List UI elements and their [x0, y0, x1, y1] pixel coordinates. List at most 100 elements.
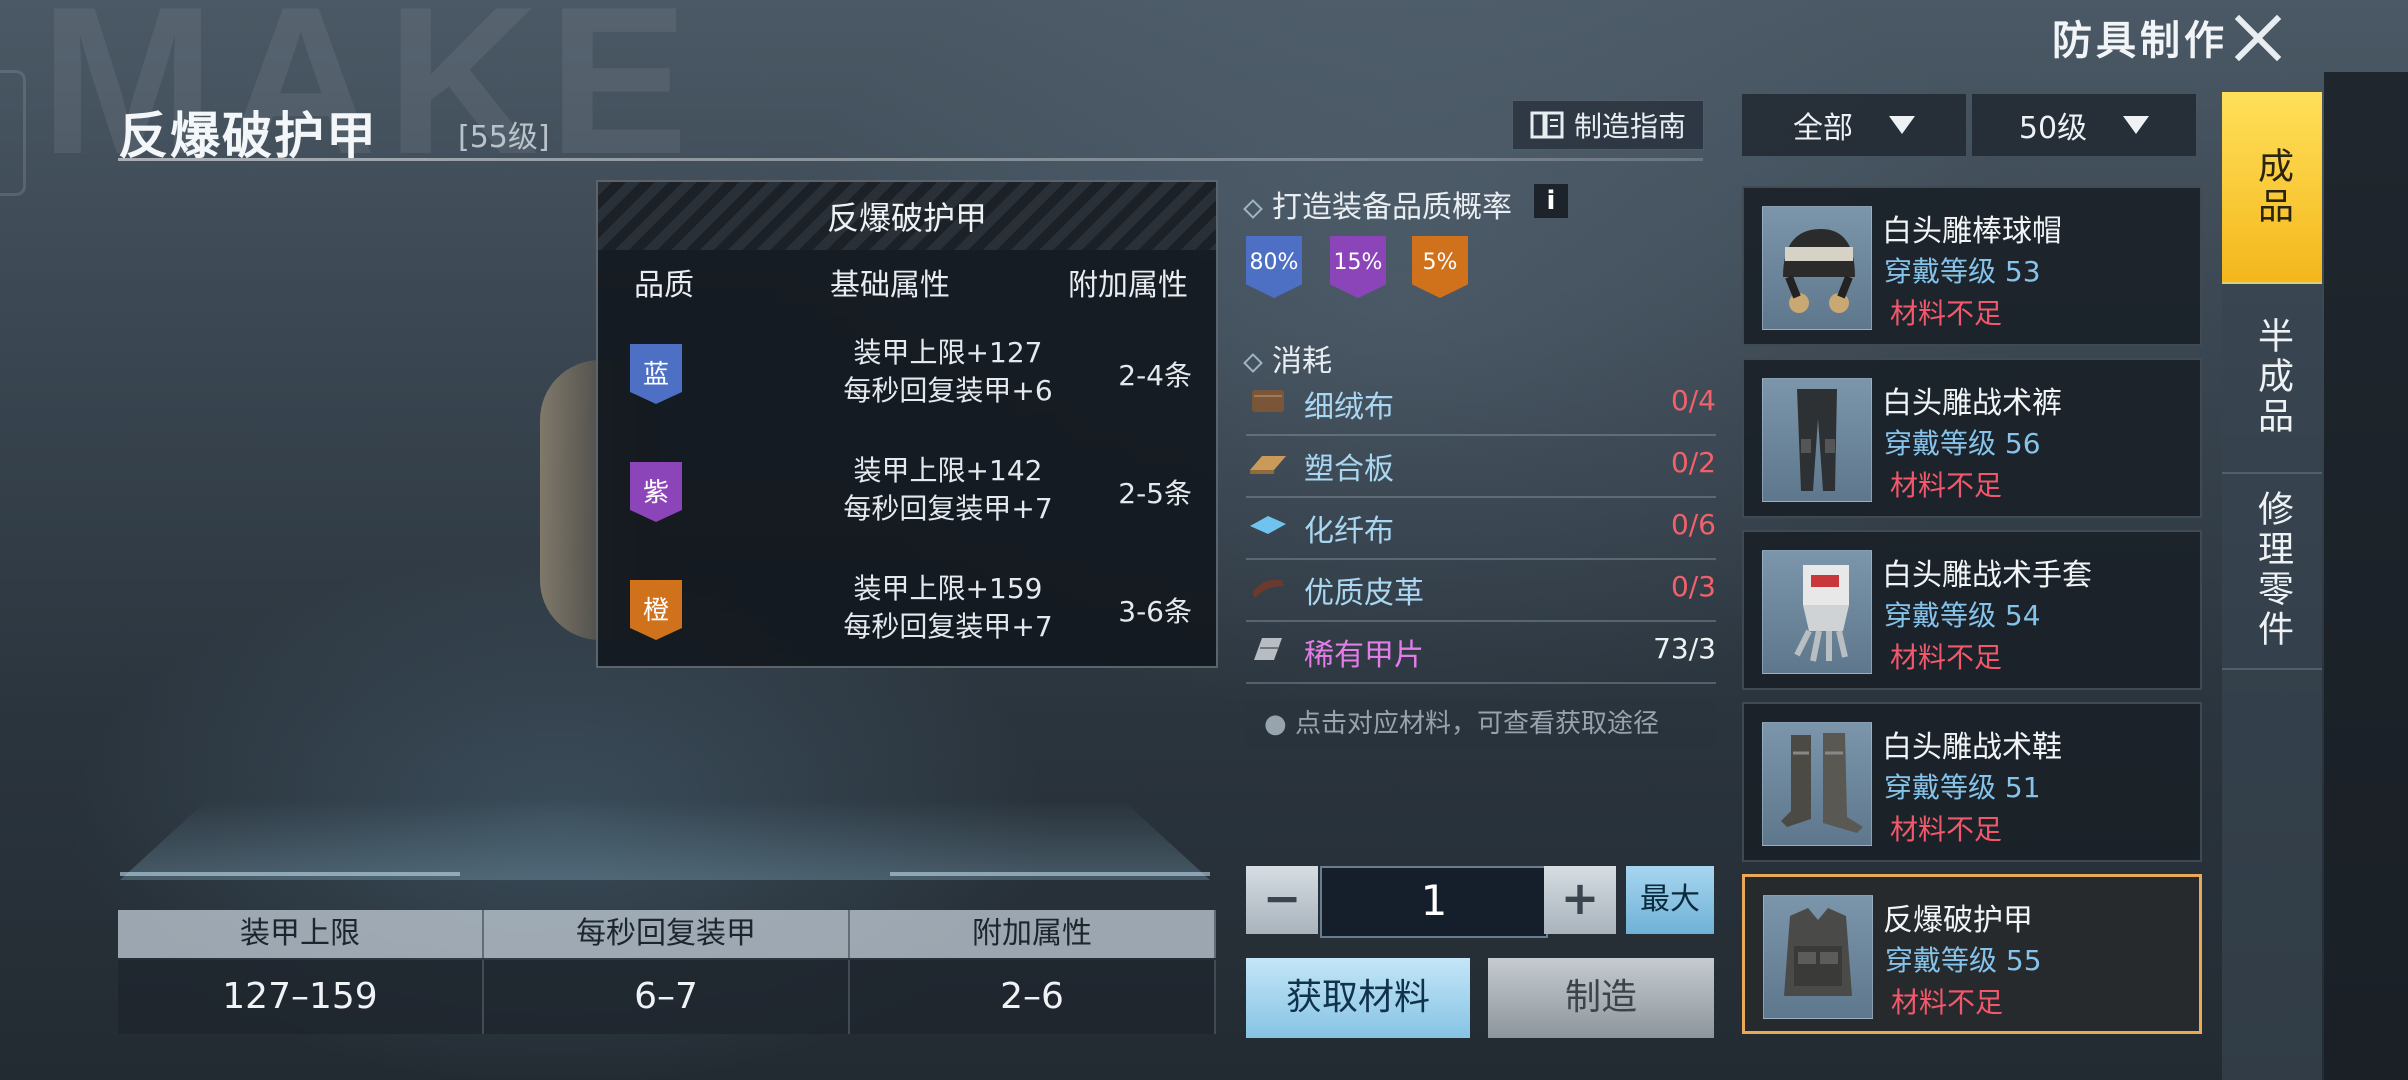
vest-icon — [1784, 908, 1852, 996]
level-filter-value: 50级 — [2018, 111, 2088, 146]
material-row[interactable]: 化纤布 0/6 — [1246, 498, 1716, 560]
item-name: 白头雕战术裤 — [1882, 386, 2062, 421]
item-card[interactable]: 白头雕战术鞋 穿戴等级 51 材料不足 — [1742, 702, 2202, 862]
boots-icon — [1781, 733, 1863, 833]
material-row[interactable]: 优质皮革 0/3 — [1246, 560, 1716, 622]
item-card[interactable]: 白头雕棒球帽 穿戴等级 53 材料不足 — [1742, 186, 2202, 346]
popup-column-headers: 品质 基础属性 附加属性 — [598, 260, 1216, 306]
base-regen: 每秒回复装甲+7 — [843, 610, 1053, 643]
category-filter-value: 全部 — [1793, 111, 1853, 146]
material-row[interactable]: 塑合板 0/2 — [1246, 436, 1716, 498]
extra-attributes: 2-5条 — [1118, 477, 1192, 510]
board-icon — [1250, 456, 1286, 474]
tab-repair-parts[interactable]: 修理零件 — [2222, 472, 2322, 670]
cloth-icon — [1252, 390, 1284, 412]
level-filter-dropdown[interactable]: 50级 — [1972, 94, 2196, 156]
material-count: 0/4 — [1670, 384, 1716, 417]
item-thumbnail — [1762, 206, 1872, 330]
item-name: 反爆破护甲 — [1883, 903, 2033, 938]
display-platform — [120, 800, 1210, 880]
quality-popup: 反爆破护甲 品质 基础属性 附加属性 蓝 装甲上限+127 每秒回复装甲+6 2… — [596, 180, 1218, 668]
item-status: 材料不足 — [1890, 641, 2003, 674]
item-thumbnail — [1762, 722, 1872, 846]
quantity-input[interactable]: 1 — [1320, 866, 1548, 938]
base-regen: 每秒回复装甲+6 — [843, 374, 1053, 407]
cap-icon — [1783, 229, 1855, 313]
max-quantity-button[interactable]: 最大 — [1626, 866, 1714, 934]
category-filter-dropdown[interactable]: 全部 — [1742, 94, 1966, 156]
stats-header: 装甲上限 — [118, 910, 484, 958]
rate-badge-blue: 80% — [1246, 236, 1302, 298]
triangle-down-icon — [1889, 116, 1915, 134]
quality-row-orange: 橙 装甲上限+159 每秒回复装甲+7 3-6条 — [598, 556, 1216, 666]
quantity-minus-button[interactable]: − — [1246, 866, 1318, 934]
side-tab-bar: 成品 半成品 修理零件 — [2222, 92, 2322, 1080]
material-count: 73/3 — [1653, 632, 1716, 665]
material-count: 0/3 — [1670, 570, 1716, 603]
get-materials-button[interactable]: 获取材料 — [1246, 958, 1470, 1038]
item-wear-level: 穿戴等级 54 — [1884, 599, 2041, 632]
stats-value: 6–7 — [484, 960, 850, 1034]
item-level: [55级] — [458, 120, 550, 155]
stats-table: 装甲上限 每秒回复装甲 附加属性 127–159 6–7 2–6 — [118, 910, 1216, 1034]
material-name: 细绒布 — [1304, 390, 1394, 425]
tab-finished-products[interactable]: 成品 — [2222, 92, 2322, 284]
right-edge-strip — [2324, 72, 2408, 1080]
title-divider — [118, 158, 1703, 161]
platform-line-left — [120, 872, 460, 876]
item-thumbnail — [1762, 378, 1872, 502]
item-wear-level: 穿戴等级 56 — [1884, 427, 2041, 460]
leather-icon — [1252, 579, 1284, 598]
stats-header: 附加属性 — [850, 910, 1216, 958]
col-extra: 附加属性 — [1068, 268, 1188, 303]
quality-badge: 蓝 — [630, 344, 682, 404]
quantity-plus-button[interactable]: + — [1544, 866, 1616, 934]
diamond-icon — [1243, 198, 1263, 219]
item-name: 白头雕棒球帽 — [1882, 214, 2062, 249]
extra-attributes: 3-6条 — [1118, 595, 1192, 628]
platform-line-right — [890, 872, 1210, 876]
item-wear-level: 穿戴等级 53 — [1884, 255, 2041, 288]
pants-icon — [1797, 389, 1837, 491]
material-row[interactable]: 细绒布 0/4 — [1246, 374, 1716, 436]
item-card[interactable]: 白头雕战术手套 穿戴等级 54 材料不足 — [1742, 530, 2202, 690]
item-card-selected[interactable]: 反爆破护甲 穿戴等级 55 材料不足 — [1742, 874, 2202, 1034]
info-icon[interactable]: i — [1534, 184, 1568, 218]
triangle-down-icon — [2123, 116, 2150, 134]
base-armor: 装甲上限+159 — [853, 572, 1043, 605]
item-wear-level: 穿戴等级 55 — [1885, 944, 2042, 977]
stats-header-row: 装甲上限 每秒回复装甲 附加属性 — [118, 910, 1216, 958]
gloves-icon — [1794, 565, 1849, 662]
base-armor: 装甲上限+142 — [853, 454, 1043, 487]
tab-semi-finished[interactable]: 半成品 — [2222, 282, 2322, 474]
item-status: 材料不足 — [1891, 986, 2004, 1019]
crafting-guide-label: 制造指南 — [1573, 110, 1686, 143]
alert-icon: ● — [1264, 709, 1287, 739]
close-button[interactable] — [2228, 8, 2288, 68]
close-icon — [2234, 14, 2282, 62]
item-wear-level: 穿戴等级 51 — [1884, 771, 2041, 804]
stats-value: 2–6 — [850, 960, 1216, 1034]
make-button[interactable]: 制造 — [1488, 958, 1714, 1038]
material-name: 化纤布 — [1304, 514, 1394, 549]
material-name: 塑合板 — [1304, 452, 1394, 487]
diamond-icon — [1243, 352, 1263, 373]
material-name: 优质皮革 — [1304, 576, 1424, 611]
quality-rate-label: 打造装备品质概率 — [1272, 190, 1512, 225]
base-armor: 装甲上限+127 — [853, 336, 1043, 369]
material-count: 0/6 — [1670, 508, 1716, 541]
base-attributes: 装甲上限+142 每秒回复装甲+7 — [788, 452, 1108, 528]
item-card[interactable]: 白头雕战术裤 穿戴等级 56 材料不足 — [1742, 358, 2202, 518]
item-status: 材料不足 — [1890, 813, 2003, 846]
col-quality: 品质 — [634, 268, 694, 303]
col-base: 基础属性 — [830, 268, 950, 303]
item-status: 材料不足 — [1890, 469, 2003, 502]
item-status: 材料不足 — [1890, 297, 2003, 330]
base-attributes: 装甲上限+159 每秒回复装甲+7 — [788, 570, 1108, 646]
fiber-icon — [1250, 516, 1286, 534]
crafting-guide-button[interactable]: 制造指南 — [1512, 100, 1704, 150]
quality-rate-section: 打造装备品质概率 — [1243, 182, 1512, 226]
material-row[interactable]: 稀有甲片 73/3 — [1246, 622, 1716, 684]
hint-text: 点击对应材料，可查看获取途径 — [1294, 709, 1659, 739]
armor-plate-icon — [1254, 638, 1282, 660]
